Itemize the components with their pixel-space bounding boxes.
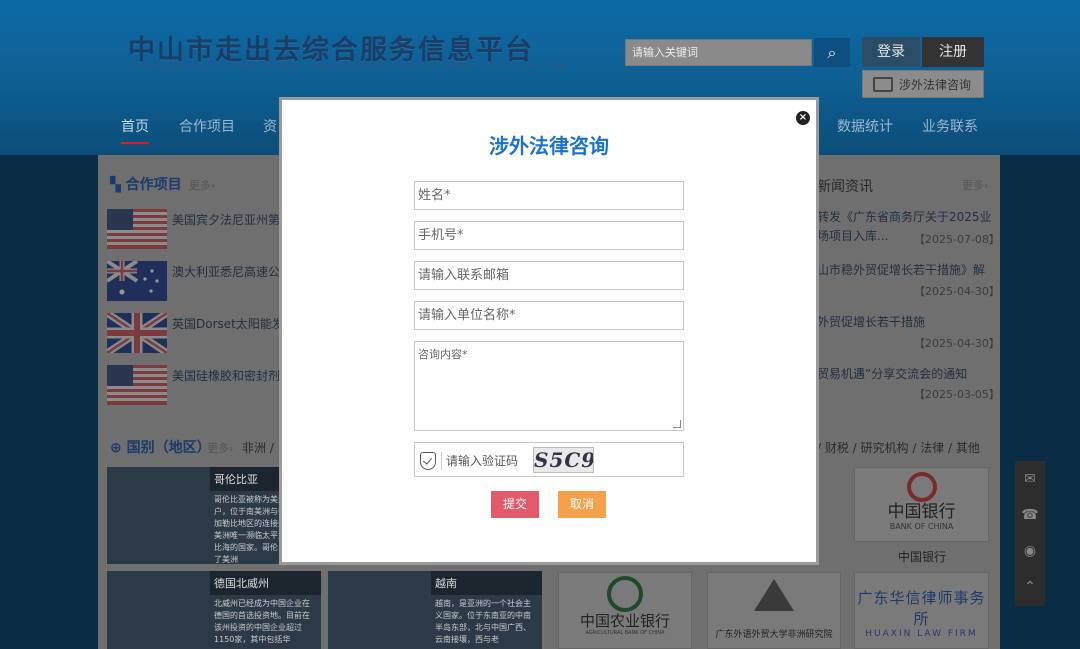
search-button[interactable]: ⌕: [814, 38, 850, 67]
news-date: 【2025-03-05】: [914, 388, 1000, 401]
wechat-icon[interactable]: ✉: [1015, 461, 1045, 497]
submit-button[interactable]: 提交: [491, 491, 539, 518]
projects-more-link[interactable]: 更多›: [189, 177, 215, 193]
news-item[interactable]: 贸易机遇”分享交流会的通知: [817, 365, 967, 384]
divider: [441, 452, 442, 470]
news-date: 【2025-07-08】: [914, 233, 1000, 246]
chat-icon[interactable]: ◉: [1015, 533, 1045, 569]
cancel-button[interactable]: 取消: [558, 491, 606, 518]
org-card-gdufs[interactable]: 广东外语外贸大学非洲研究院: [707, 572, 841, 649]
news-date: 【2025-04-30】: [914, 337, 1000, 350]
shield-check-icon: [420, 452, 436, 470]
country-section-title: ⊕ 国别（地区）: [110, 440, 211, 456]
register-button[interactable]: 注册: [922, 37, 984, 67]
close-icon[interactable]: ×: [796, 111, 810, 125]
email-field[interactable]: 请输入联系邮箱: [414, 261, 684, 290]
news-date: 【2025-04-30】: [914, 285, 1000, 298]
australia-flag-icon: [107, 261, 167, 301]
country-card-nrw[interactable]: 德国北威州 北威州已经成为中国企业在德国的首选投资地。目前在该州投资的中国企业超…: [107, 571, 321, 649]
news-section-title: 新闻资讯: [817, 179, 873, 195]
nav-item-contact[interactable]: 业务联系: [922, 116, 978, 136]
news-item[interactable]: 山市稳外贸促增长若干措施》解: [817, 261, 985, 280]
name-field[interactable]: 姓名*: [414, 181, 684, 210]
phone-icon[interactable]: ☎: [1015, 497, 1045, 533]
category-tabs[interactable]: / 财税 / 研究机构 / 法律 / 其他: [817, 439, 980, 456]
bank-of-china-logo-icon: [906, 472, 937, 502]
phone-field[interactable]: 手机号*: [414, 221, 684, 250]
nav-item-projects[interactable]: 合作项目: [179, 116, 235, 136]
captcha-input-placeholder: 请输入验证码: [446, 454, 519, 468]
search-input[interactable]: 请输入关键词: [625, 39, 812, 66]
consult-content-placeholder: 咨询内容*: [418, 348, 468, 361]
country-more-link[interactable]: 更多›: [207, 440, 233, 456]
keyboard-icon: [873, 77, 893, 92]
back-to-top-icon[interactable]: ⌃: [1015, 569, 1045, 605]
project-item[interactable]: 美国宾夕法尼亚州第: [172, 211, 280, 228]
projects-section-title: ▚ 合作项目: [110, 177, 182, 193]
captcha-field[interactable]: 请输入验证码 S5C9: [414, 442, 684, 477]
country-card-vietnam[interactable]: 越南 越南，是亚洲的一个社会主义国家。位于东南亚的中南半岛东部，北与中国广西、云…: [328, 571, 542, 649]
uk-flag-icon: [107, 313, 167, 353]
nav-item-statistics[interactable]: 数据统计: [837, 116, 893, 136]
abc-logo-icon: [607, 576, 643, 612]
consult-content-field[interactable]: 咨询内容*: [414, 341, 684, 431]
gdufs-logo-icon: [754, 579, 794, 611]
globe-icon: ⊕: [110, 440, 127, 456]
site-logo-subtitle: Zhongshan city going global comprehensiv…: [129, 61, 567, 72]
country-tab-africa[interactable]: 非洲 /: [242, 439, 274, 456]
nav-item-home[interactable]: 首页: [121, 116, 149, 144]
org-caption: 中国银行: [898, 550, 947, 564]
resize-handle-icon[interactable]: [673, 420, 681, 428]
project-item[interactable]: 澳大利亚悉尼高速公: [172, 263, 280, 280]
login-button[interactable]: 登录: [862, 37, 920, 67]
news-item[interactable]: 外贸促增长若干措施: [817, 313, 925, 332]
law-consult-button[interactable]: 涉外法律咨询: [862, 70, 984, 98]
project-item[interactable]: 美国硅橡胶和密封剂: [172, 367, 280, 384]
company-field[interactable]: 请输入单位名称*: [414, 301, 684, 330]
modal-title: 涉外法律咨询: [489, 134, 609, 158]
law-consult-label: 涉外法律咨询: [899, 78, 972, 92]
floating-sidebar: ✉ ☎ ◉ ⌃: [1015, 461, 1045, 606]
org-card-boc[interactable]: 中国银行 BANK OF CHINA: [854, 467, 989, 542]
grid-icon: ▚: [110, 177, 126, 193]
nav-item-resources[interactable]: 资: [263, 116, 277, 136]
org-card-huaxin[interactable]: 广东华信律师事务所 HUAXIN LAW FIRM: [854, 572, 989, 649]
news-more-link[interactable]: 更多›: [962, 177, 988, 193]
project-item[interactable]: 英国Dorset太阳能发: [172, 315, 284, 332]
law-consult-modal: × 涉外法律咨询 姓名* 手机号* 请输入联系邮箱 请输入单位名称* 咨询内容*…: [279, 97, 819, 565]
org-card-abc[interactable]: 中国农业银行 AGRICULTURAL BANK OF CHINA: [558, 572, 692, 649]
us-flag-icon: [107, 209, 167, 249]
us-flag-icon: [107, 365, 167, 405]
captcha-image[interactable]: S5C9: [533, 447, 594, 473]
search-icon: ⌕: [827, 43, 837, 62]
